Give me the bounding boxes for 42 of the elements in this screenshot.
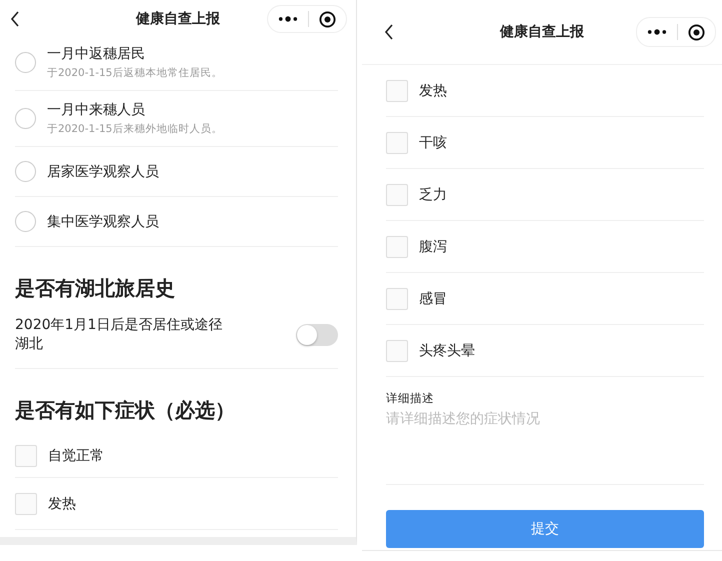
toggle-switch[interactable] — [296, 324, 338, 346]
page-title: 健康自查上报 — [500, 23, 584, 41]
section-heading: 是否有湖北旅居史 — [15, 276, 175, 300]
checkbox[interactable] — [386, 288, 408, 310]
more-icon[interactable] — [647, 28, 667, 36]
checkbox[interactable] — [386, 132, 408, 154]
checkbox-label: 干咳 — [419, 134, 447, 152]
checkbox[interactable] — [386, 80, 408, 102]
radio-button[interactable] — [15, 52, 36, 73]
option-note: 于2020-1-15后来穗外地临时人员。 — [47, 122, 222, 136]
checkbox-label: 头疼头晕 — [419, 342, 475, 360]
back-icon[interactable] — [10, 11, 20, 27]
back-icon[interactable] — [384, 24, 394, 40]
checkbox-label: 发热 — [419, 82, 447, 100]
radio-button[interactable] — [15, 161, 36, 182]
option-note: 于2020-1-15后返穗本地常住居民。 — [47, 66, 222, 80]
radio-button[interactable] — [15, 108, 36, 129]
section-heading: 是否有如下症状（必选） — [15, 398, 235, 422]
option-label: 居家医学观察人员 — [47, 162, 159, 180]
checkbox[interactable] — [386, 236, 408, 258]
close-icon[interactable] — [319, 10, 336, 28]
checkbox[interactable] — [15, 444, 37, 466]
capsule-menu[interactable] — [267, 5, 347, 33]
checkbox-label: 腹泻 — [419, 238, 447, 256]
checkbox[interactable] — [386, 340, 408, 362]
more-icon[interactable] — [278, 15, 298, 23]
checkbox[interactable] — [15, 492, 37, 514]
toggle-label: 2020年1月1日后是否居住或途径湖北 — [15, 316, 224, 354]
option-label: 一月中返穗居民 — [47, 45, 146, 63]
checkbox[interactable] — [386, 184, 408, 206]
option-label: 一月中来穗人员 — [47, 101, 146, 119]
capsule-menu[interactable] — [636, 17, 716, 47]
checkbox-label: 感冒 — [419, 290, 447, 308]
close-icon[interactable] — [688, 24, 705, 40]
field-label: 详细描述 — [386, 391, 434, 406]
option-label: 集中医学观察人员 — [47, 212, 159, 230]
checkbox-label: 发热 — [48, 494, 76, 512]
radio-button[interactable] — [15, 211, 36, 232]
page-title: 健康自查上报 — [136, 10, 220, 28]
checkbox-label: 乏力 — [419, 186, 447, 204]
submit-button[interactable]: 提交 — [386, 510, 704, 548]
checkbox-label: 自觉正常 — [48, 446, 104, 464]
